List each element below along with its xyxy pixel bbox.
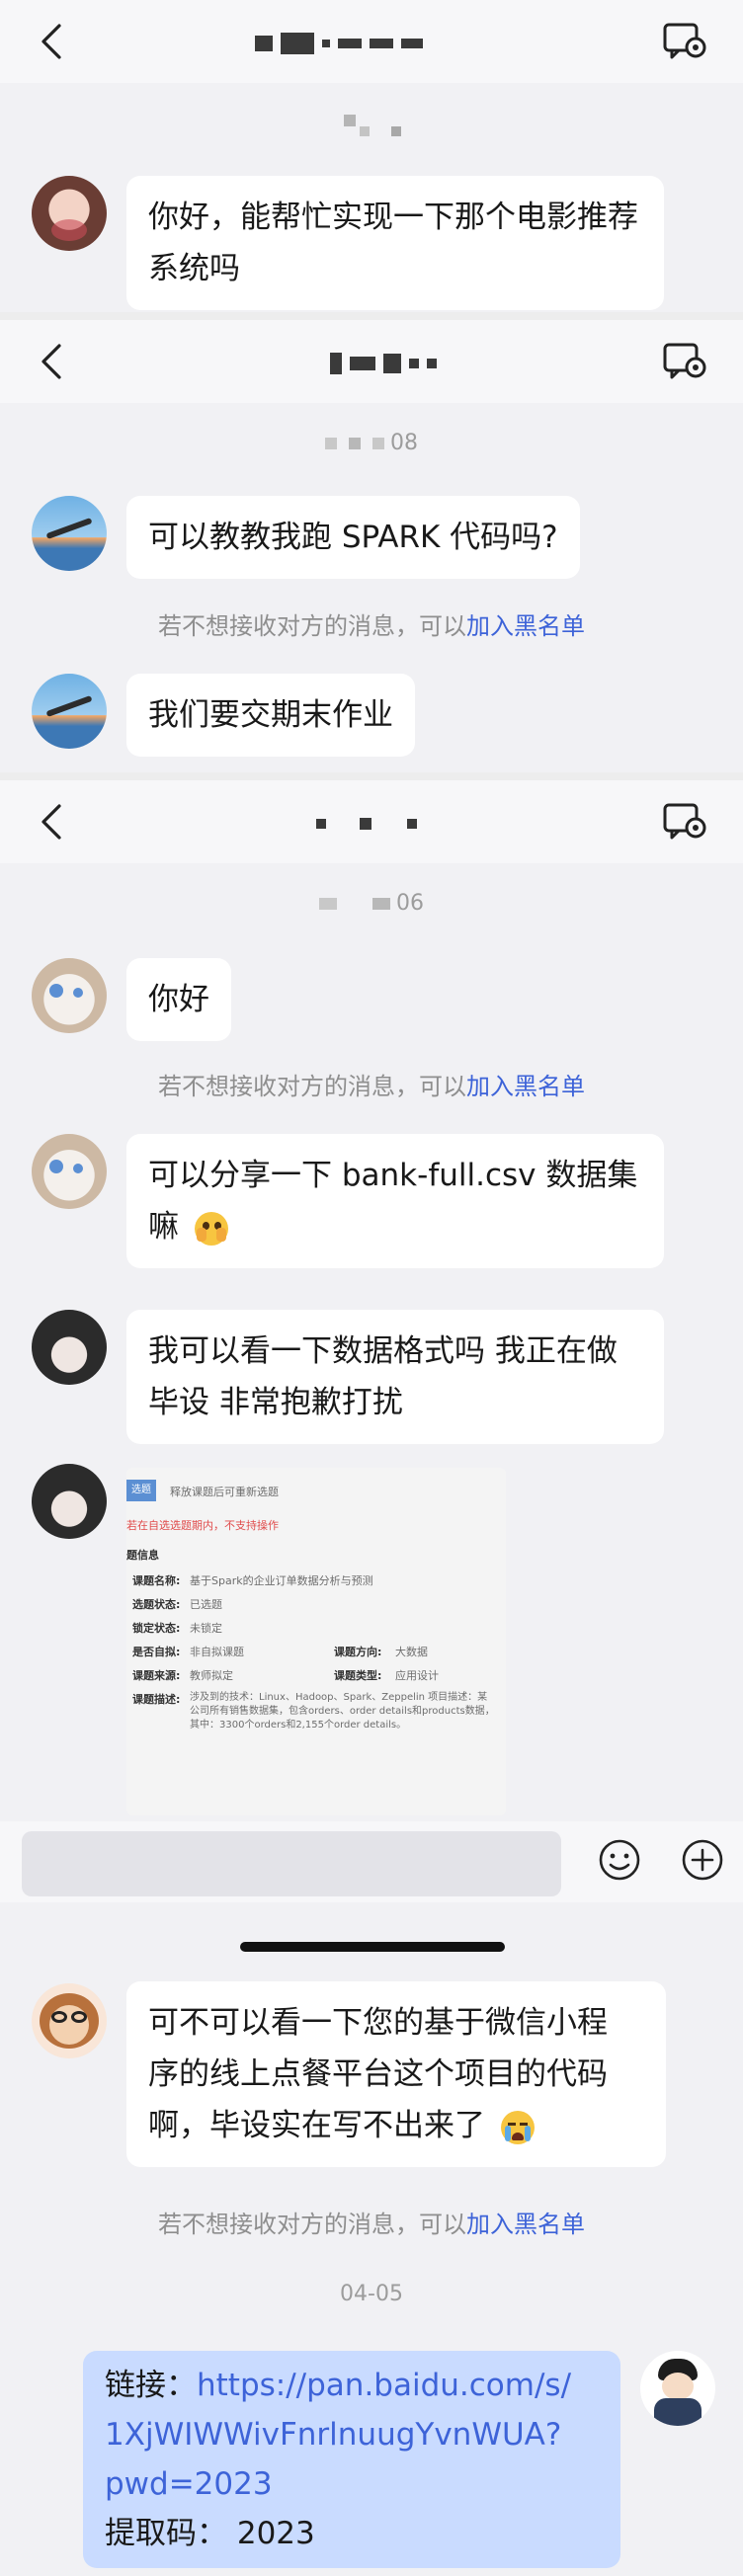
chevron-left-icon[interactable] bbox=[40, 22, 63, 61]
chat-header bbox=[0, 780, 743, 863]
message-text-line: 我可以看一下数据格式吗 我正在做 bbox=[148, 1333, 618, 1369]
avatar[interactable] bbox=[32, 674, 107, 749]
avatar[interactable] bbox=[32, 1310, 107, 1385]
message-bubble: 我们要交期末作业 bbox=[126, 674, 415, 757]
link-label: 链接： bbox=[105, 2368, 197, 2403]
crying-face-icon bbox=[500, 2110, 535, 2144]
message-bubble: 我可以看一下数据格式吗 我正在做 毕设 非常抱歉打扰 bbox=[126, 1310, 664, 1444]
message-bubble: 可不可以看一下您的基于微信小程 序的线上点餐平台这个项目的代码 啊，毕设实在写不… bbox=[126, 1981, 666, 2167]
home-indicator bbox=[240, 1942, 505, 1952]
timestamp: 08 bbox=[0, 431, 743, 455]
timestamp-redacted bbox=[344, 115, 405, 140]
chat-screen-4: 可不可以看一下您的基于微信小程 序的线上点餐平台这个项目的代码 啊，毕设实在写不… bbox=[0, 1906, 743, 2576]
avatar[interactable] bbox=[32, 958, 107, 1033]
avatar[interactable] bbox=[32, 496, 107, 571]
image-attachment[interactable]: 选题 释放课题后可重新选题 若在自选选题期内，不支持操作 题信息 课题名称: 基… bbox=[126, 1468, 506, 1815]
message-text-line: 可不可以看一下您的基于微信小程 bbox=[148, 2005, 608, 2041]
outgoing-message-bubble: 链接：https://pan.baidu.com/s/ 1XjWIWWivFnr… bbox=[83, 2351, 620, 2568]
message-text: 我们要交期末作业 bbox=[148, 697, 393, 733]
message-text-line: 毕设 非常抱歉打扰 bbox=[148, 1385, 403, 1420]
message-bubble: 你好 bbox=[126, 958, 231, 1041]
avatar[interactable] bbox=[32, 1464, 107, 1539]
system-notice: 若不想接收对方的消息，可以加入黑名单 bbox=[158, 612, 585, 640]
chevron-left-icon[interactable] bbox=[40, 342, 63, 381]
message-bubble: 可以分享一下 bank-full.csv 数据集 嘛 bbox=[126, 1134, 664, 1268]
attachment-section: 题信息 bbox=[126, 1549, 159, 1562]
plus-circle-icon[interactable] bbox=[680, 1837, 725, 1883]
chat-screen-2: 08 可以教教我跑 SPARK 代码吗? 若不想接收对方的消息，可以加入黑名单 … bbox=[0, 320, 743, 772]
system-notice: 若不想接收对方的消息，可以加入黑名单 bbox=[158, 2211, 585, 2238]
extract-code: 提取码： 2023 bbox=[105, 2516, 315, 2551]
message-text-line: 序的线上点餐平台这个项目的代码 bbox=[148, 2056, 608, 2092]
blacklist-link[interactable]: 加入黑名单 bbox=[466, 2211, 585, 2238]
avatar[interactable] bbox=[32, 176, 107, 251]
chat-header bbox=[0, 0, 743, 83]
message-text-line: 啊，毕设实在写不出来了 bbox=[148, 2108, 485, 2143]
avatar[interactable] bbox=[640, 2351, 715, 2426]
chat-settings-icon[interactable] bbox=[662, 342, 707, 381]
message-text: 你好，能帮忙实现一下那个电影推荐系统吗 bbox=[148, 200, 638, 286]
message-text: 可以教教我跑 SPARK 代码吗? bbox=[148, 520, 558, 555]
chat-input-bar bbox=[0, 1821, 743, 1902]
system-notice: 若不想接收对方的消息，可以加入黑名单 bbox=[158, 1073, 585, 1100]
avatar[interactable] bbox=[32, 1983, 107, 2058]
message-text-line: 可以分享一下 bank-full.csv 数据集 bbox=[148, 1158, 638, 1193]
attachment-tag: 选题 bbox=[126, 1480, 156, 1501]
message-text: 你好 bbox=[148, 982, 209, 1017]
attachment-header: 选题 释放课题后可重新选题 bbox=[126, 1480, 506, 1501]
avatar[interactable] bbox=[32, 1134, 107, 1209]
blacklist-link[interactable]: 加入黑名单 bbox=[466, 612, 585, 640]
chat-title-redacted bbox=[330, 353, 437, 374]
chat-settings-icon[interactable] bbox=[662, 22, 707, 61]
timestamp: 04-05 bbox=[340, 2282, 403, 2306]
chevron-left-icon[interactable] bbox=[40, 802, 63, 842]
chat-settings-icon[interactable] bbox=[662, 802, 707, 842]
message-bubble: 可以教教我跑 SPARK 代码吗? bbox=[126, 496, 580, 579]
share-link[interactable]: pwd=2023 bbox=[105, 2459, 599, 2509]
chat-screen-3: 06 你好 若不想接收对方的消息，可以加入黑名单 可以分享一下 bank-ful… bbox=[0, 780, 743, 1906]
message-bubble: 你好，能帮忙实现一下那个电影推荐系统吗 bbox=[126, 176, 664, 310]
blacklist-link[interactable]: 加入黑名单 bbox=[466, 1073, 585, 1100]
chat-title-redacted bbox=[316, 814, 417, 834]
pleading-face-icon bbox=[194, 1211, 228, 1246]
smiley-icon[interactable] bbox=[597, 1837, 642, 1883]
attachment-warning: 若在自选选题期内，不支持操作 bbox=[126, 1519, 279, 1532]
share-link[interactable]: 1XjWIWWivFnrlnuugYvnWUA? bbox=[105, 2410, 599, 2459]
chat-screen-1: 你好，能帮忙实现一下那个电影推荐系统吗 bbox=[0, 0, 743, 312]
message-text-line: 嘛 bbox=[148, 1209, 179, 1245]
chat-title-redacted bbox=[255, 33, 423, 54]
share-link[interactable]: https://pan.baidu.com/s/ bbox=[197, 2368, 571, 2403]
chat-header bbox=[0, 320, 743, 403]
message-input[interactable] bbox=[22, 1831, 561, 1896]
timestamp: 06 bbox=[0, 891, 743, 916]
